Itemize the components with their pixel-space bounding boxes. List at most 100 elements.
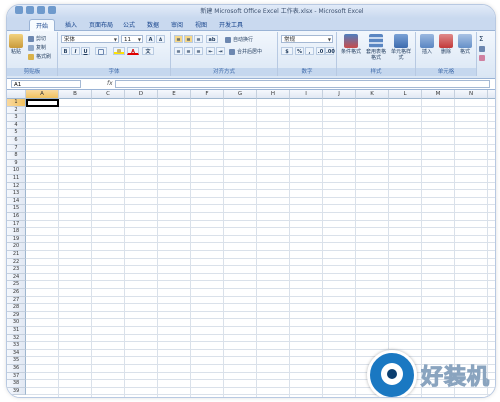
- column-header[interactable]: C: [92, 90, 125, 99]
- copy-button[interactable]: 复制: [28, 44, 46, 51]
- column-header[interactable]: L: [389, 90, 422, 99]
- row-header[interactable]: 19: [7, 235, 26, 244]
- undo-icon[interactable]: [37, 6, 45, 14]
- row-header[interactable]: 9: [7, 159, 26, 168]
- phonetic-button[interactable]: 文: [142, 47, 154, 55]
- row-header[interactable]: 31: [7, 327, 26, 335]
- column-header[interactable]: M: [422, 90, 455, 99]
- row-header[interactable]: 10: [7, 167, 26, 175]
- row-header[interactable]: 13: [7, 190, 26, 198]
- cut-button[interactable]: 剪切: [28, 35, 46, 42]
- row-header[interactable]: 8: [7, 152, 26, 160]
- format-as-table-button[interactable]: 套用表格格式: [365, 34, 387, 61]
- format-painter-button[interactable]: 格式刷: [28, 53, 51, 60]
- font-name-select[interactable]: 宋体 ▼: [61, 35, 119, 43]
- row-header[interactable]: 24: [7, 273, 26, 282]
- fx-icon[interactable]: fx: [107, 80, 113, 87]
- borders-button[interactable]: [95, 47, 107, 55]
- row-header[interactable]: 23: [7, 266, 26, 274]
- column-header[interactable]: A: [26, 90, 59, 99]
- column-header[interactable]: J: [323, 90, 356, 99]
- conditional-format-button[interactable]: 条件格式: [340, 34, 362, 55]
- column-header[interactable]: N: [455, 90, 488, 99]
- paste-button[interactable]: 粘贴: [9, 34, 23, 55]
- row-header[interactable]: 30: [7, 319, 26, 327]
- merge-center-button[interactable]: 合并后居中: [229, 48, 262, 55]
- column-header[interactable]: F: [191, 90, 224, 99]
- tab-home[interactable]: 开始: [29, 19, 56, 31]
- decrease-decimal-button[interactable]: .00: [325, 47, 335, 55]
- row-header[interactable]: 21: [7, 251, 26, 259]
- number-format-select[interactable]: 常规 ▼: [281, 35, 333, 43]
- tab-insert[interactable]: 插入: [65, 20, 77, 29]
- row-header[interactable]: 29: [7, 311, 26, 320]
- column-header[interactable]: H: [257, 90, 290, 99]
- align-top-button[interactable]: ≡: [174, 35, 183, 43]
- row-header[interactable]: 16: [7, 213, 26, 221]
- autosum-button[interactable]: Σ: [479, 35, 483, 43]
- tab-data[interactable]: 数据: [147, 20, 159, 29]
- align-left-button[interactable]: ≡: [174, 47, 183, 55]
- row-header[interactable]: 28: [7, 304, 26, 312]
- tab-page-layout[interactable]: 页面布局: [89, 20, 113, 29]
- row-header[interactable]: 39: [7, 387, 26, 396]
- increase-decimal-button[interactable]: .0: [316, 47, 325, 55]
- active-cell[interactable]: [26, 99, 59, 107]
- row-header[interactable]: 17: [7, 220, 26, 229]
- name-box[interactable]: A1: [11, 80, 81, 88]
- fill-button[interactable]: [479, 46, 485, 52]
- currency-button[interactable]: $: [281, 47, 293, 55]
- clear-button[interactable]: [479, 55, 485, 61]
- orientation-button[interactable]: ab: [206, 35, 218, 43]
- save-icon[interactable]: [26, 6, 34, 14]
- align-right-button[interactable]: ≡: [194, 47, 203, 55]
- row-header[interactable]: 38: [7, 380, 26, 388]
- column-header[interactable]: B: [59, 90, 92, 99]
- grow-font-button[interactable]: A: [146, 35, 155, 43]
- comma-button[interactable]: ,: [305, 47, 314, 55]
- row-header[interactable]: 14: [7, 197, 26, 206]
- row-header[interactable]: 15: [7, 205, 26, 213]
- cell-styles-button[interactable]: 单元格样式: [390, 34, 412, 61]
- row-header[interactable]: 34: [7, 349, 26, 358]
- row-header[interactable]: 37: [7, 372, 26, 381]
- row-header[interactable]: 3: [7, 114, 26, 122]
- tab-view[interactable]: 视图: [195, 20, 207, 29]
- font-size-select[interactable]: 11 ▼: [121, 35, 143, 43]
- shrink-font-button[interactable]: A: [156, 35, 165, 43]
- percent-button[interactable]: %: [295, 47, 304, 55]
- row-header[interactable]: 36: [7, 365, 26, 373]
- row-header[interactable]: 12: [7, 182, 26, 191]
- row-header[interactable]: 4: [7, 121, 26, 130]
- align-middle-button[interactable]: ≡: [184, 35, 193, 43]
- decrease-indent-button[interactable]: ⇤: [206, 47, 215, 55]
- formula-input[interactable]: [115, 80, 490, 88]
- tab-formulas[interactable]: 公式: [123, 20, 135, 29]
- row-header[interactable]: 2: [7, 106, 26, 115]
- row-header[interactable]: 32: [7, 334, 26, 343]
- row-header[interactable]: 11: [7, 175, 26, 183]
- fill-color-button[interactable]: [113, 47, 125, 55]
- row-header[interactable]: 25: [7, 281, 26, 289]
- row-header[interactable]: 1: [7, 99, 26, 107]
- row-header[interactable]: 26: [7, 289, 26, 297]
- bold-button[interactable]: B: [61, 47, 70, 55]
- select-all-corner[interactable]: [7, 90, 26, 99]
- increase-indent-button[interactable]: ⇥: [216, 47, 225, 55]
- tab-review[interactable]: 审阅: [171, 20, 183, 29]
- wrap-text-button[interactable]: 自动换行: [225, 36, 253, 43]
- format-cells-button[interactable]: 格式: [456, 34, 474, 55]
- tab-developer[interactable]: 开发工具: [219, 20, 243, 29]
- row-header[interactable]: 7: [7, 144, 26, 153]
- row-header[interactable]: 5: [7, 129, 26, 137]
- column-header[interactable]: E: [158, 90, 191, 99]
- row-header[interactable]: 18: [7, 228, 26, 236]
- italic-button[interactable]: I: [71, 47, 80, 55]
- redo-icon[interactable]: [48, 6, 56, 14]
- column-header[interactable]: I: [290, 90, 323, 99]
- column-header[interactable]: G: [224, 90, 257, 99]
- row-header[interactable]: 6: [7, 137, 26, 145]
- underline-button[interactable]: U: [81, 47, 90, 55]
- column-header[interactable]: K: [356, 90, 389, 99]
- insert-cells-button[interactable]: 插入: [418, 34, 436, 55]
